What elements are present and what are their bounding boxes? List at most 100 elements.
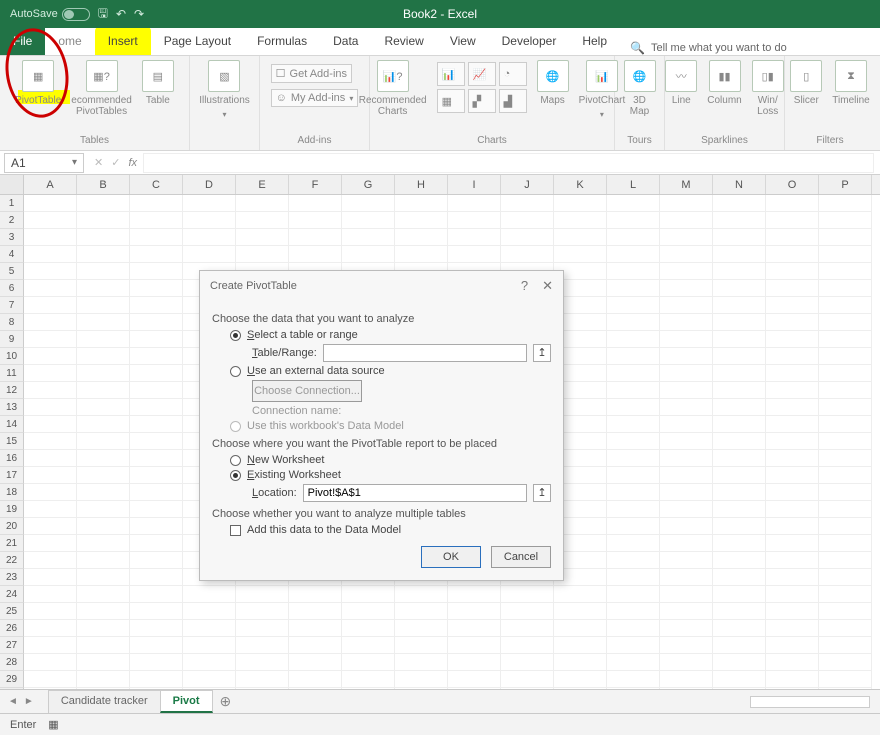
- cell[interactable]: [77, 433, 130, 450]
- radio-select-range[interactable]: [230, 330, 241, 341]
- row-header[interactable]: 16: [0, 450, 24, 467]
- cell[interactable]: [289, 603, 342, 620]
- chart-type-line[interactable]: 📈: [468, 62, 496, 86]
- cell[interactable]: [819, 331, 872, 348]
- macro-record-icon[interactable]: ▦: [48, 718, 58, 731]
- cell[interactable]: [130, 195, 183, 212]
- tab-data[interactable]: Data: [320, 27, 371, 55]
- cell[interactable]: [77, 450, 130, 467]
- cell[interactable]: [713, 620, 766, 637]
- chart-type-stat[interactable]: ▞: [468, 89, 496, 113]
- cell[interactable]: [77, 654, 130, 671]
- cell[interactable]: [766, 484, 819, 501]
- cell[interactable]: [819, 603, 872, 620]
- row-header[interactable]: 6: [0, 280, 24, 297]
- cell[interactable]: [660, 535, 713, 552]
- cell[interactable]: [660, 620, 713, 637]
- cell[interactable]: [766, 399, 819, 416]
- cell[interactable]: [607, 518, 660, 535]
- cell[interactable]: [395, 637, 448, 654]
- cell[interactable]: [819, 263, 872, 280]
- col-header-O[interactable]: O: [766, 175, 819, 194]
- cell[interactable]: [607, 382, 660, 399]
- cell[interactable]: [766, 637, 819, 654]
- row-header[interactable]: 11: [0, 365, 24, 382]
- save-icon[interactable]: 🖫: [98, 4, 108, 25]
- cell[interactable]: [554, 637, 607, 654]
- cell[interactable]: [289, 212, 342, 229]
- cell[interactable]: [766, 467, 819, 484]
- cell[interactable]: [24, 314, 77, 331]
- cell[interactable]: [819, 433, 872, 450]
- tab-developer[interactable]: Developer: [489, 27, 570, 55]
- col-header-B[interactable]: B: [77, 175, 130, 194]
- tab-review[interactable]: Review: [371, 27, 436, 55]
- close-icon[interactable]: ✕: [542, 278, 553, 294]
- cell[interactable]: [395, 620, 448, 637]
- cell[interactable]: [236, 654, 289, 671]
- location-input[interactable]: [303, 484, 527, 502]
- cell[interactable]: [713, 637, 766, 654]
- row-header[interactable]: 12: [0, 382, 24, 399]
- cell[interactable]: [554, 246, 607, 263]
- cell[interactable]: [448, 620, 501, 637]
- row-header[interactable]: 25: [0, 603, 24, 620]
- cell[interactable]: [713, 399, 766, 416]
- cell[interactable]: [130, 586, 183, 603]
- cell[interactable]: [766, 416, 819, 433]
- cell[interactable]: [819, 246, 872, 263]
- cell[interactable]: [77, 382, 130, 399]
- cell[interactable]: [236, 212, 289, 229]
- cell[interactable]: [236, 195, 289, 212]
- cell[interactable]: [660, 586, 713, 603]
- cell[interactable]: [660, 637, 713, 654]
- chart-type-bar[interactable]: 📊: [437, 62, 465, 86]
- cell[interactable]: [554, 671, 607, 688]
- cell[interactable]: [501, 586, 554, 603]
- tab-page-layout[interactable]: Page Layout: [151, 27, 244, 55]
- cell[interactable]: [77, 603, 130, 620]
- cell[interactable]: [607, 450, 660, 467]
- radio-existing-worksheet[interactable]: [230, 470, 241, 481]
- cell[interactable]: [24, 382, 77, 399]
- col-header-P[interactable]: P: [819, 175, 872, 194]
- cell[interactable]: [766, 603, 819, 620]
- cell[interactable]: [713, 654, 766, 671]
- formula-input[interactable]: [143, 153, 874, 173]
- cell[interactable]: [660, 280, 713, 297]
- cell[interactable]: [24, 637, 77, 654]
- cell[interactable]: [130, 416, 183, 433]
- tell-me[interactable]: 🔍 Tell me what you want to do: [630, 41, 787, 55]
- cell[interactable]: [607, 331, 660, 348]
- cell[interactable]: [766, 382, 819, 399]
- cell[interactable]: [183, 195, 236, 212]
- cell[interactable]: [24, 620, 77, 637]
- cell[interactable]: [607, 195, 660, 212]
- cell[interactable]: [607, 280, 660, 297]
- fx-icon[interactable]: fx: [128, 157, 137, 169]
- row-header[interactable]: 2: [0, 212, 24, 229]
- cell[interactable]: [766, 297, 819, 314]
- help-icon[interactable]: ?: [521, 278, 528, 294]
- cell[interactable]: [766, 620, 819, 637]
- cell[interactable]: [130, 603, 183, 620]
- cell[interactable]: [554, 212, 607, 229]
- cell[interactable]: [607, 484, 660, 501]
- cell[interactable]: [130, 331, 183, 348]
- row-header[interactable]: 21: [0, 535, 24, 552]
- cell[interactable]: [77, 671, 130, 688]
- cell[interactable]: [713, 535, 766, 552]
- cell[interactable]: [77, 620, 130, 637]
- cell[interactable]: [766, 331, 819, 348]
- cell[interactable]: [819, 348, 872, 365]
- cell[interactable]: [342, 586, 395, 603]
- cell[interactable]: [607, 620, 660, 637]
- cell[interactable]: [660, 569, 713, 586]
- cell[interactable]: [713, 365, 766, 382]
- col-header-L[interactable]: L: [607, 175, 660, 194]
- cell[interactable]: [766, 229, 819, 246]
- row-header[interactable]: 10: [0, 348, 24, 365]
- cell[interactable]: [819, 416, 872, 433]
- cell[interactable]: [607, 348, 660, 365]
- col-header-N[interactable]: N: [713, 175, 766, 194]
